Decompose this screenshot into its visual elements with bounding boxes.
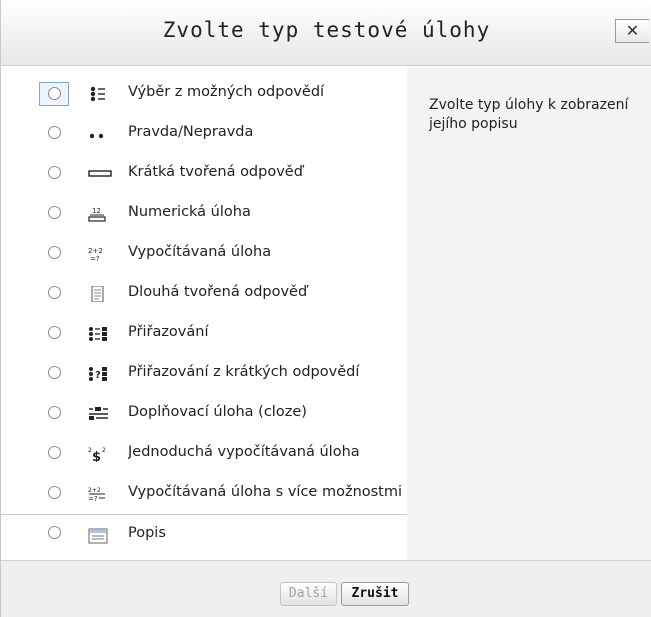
svg-text:2+2: 2+2 [88,247,103,255]
radio-wrap [39,322,69,346]
radio-button[interactable] [48,486,61,499]
radio-button[interactable] [48,406,61,419]
option-numerical[interactable]: 12 Numerická úloha [1,193,407,233]
option-multichoice[interactable]: Výběr z možných odpovědí [1,73,407,113]
svg-text:=?: =? [88,495,98,502]
option-shortanswer[interactable]: Krátká tvořená odpověď [1,153,407,193]
dialog-title: Zvolte typ testové úlohy [162,18,491,42]
radio-wrap [39,122,69,146]
option-label: Výběr z možných odpovědí [128,84,325,100]
calculatedmulti-icon: 2+2 =? [88,487,105,502]
radio-wrap [39,202,69,226]
options-separator [1,514,407,515]
close-button[interactable]: ✕ [615,19,649,43]
svg-text:12: 12 [92,207,101,215]
description-text: Zvolte typ úlohy k zobrazení jejího popi… [429,97,629,132]
radio-wrap [39,162,69,186]
option-label: Přiřazování [128,324,209,340]
radio-wrap [39,242,69,266]
numerical-icon: 12 [88,207,106,222]
svg-text:?: ? [95,370,101,381]
next-button[interactable]: Další [280,582,337,606]
option-label: Krátká tvořená odpověď [128,164,303,180]
option-matching[interactable]: Přiřazování [1,313,407,353]
option-label: Vypočítávaná úloha s více možnostmi [128,484,403,500]
description-icon [88,528,108,544]
essay-icon [91,286,104,302]
radio-focus-ring [39,82,69,106]
radio-wrap [39,362,69,386]
radio-button[interactable] [48,366,61,379]
randomsamatch-icon: ? [89,367,107,381]
radio-button[interactable] [48,166,61,179]
svg-text:2: 2 [102,447,106,454]
option-label: Pravda/Nepravda [128,124,254,140]
svg-text:2+2: 2+2 [88,487,101,494]
radio-wrap [39,282,69,306]
option-label: Popis [128,525,166,541]
option-calculated[interactable]: 2+2 =? Vypočítávaná úloha [1,233,407,273]
radio-button[interactable] [48,326,61,339]
radio-button[interactable] [48,126,61,139]
radio-wrap [39,482,69,506]
radio-button[interactable] [48,246,61,259]
option-label: Dlouhá tvořená odpověď [128,284,308,300]
close-icon: ✕ [625,21,640,40]
option-label: Vypočítávaná úloha [128,244,272,260]
option-calculatedmulti[interactable]: 2+2 =? Vypočítávaná úloha s více možnost… [1,473,407,513]
svg-text:=?: =? [90,255,100,262]
calculated-icon: 2+2 =? [88,247,103,262]
cloze-icon [89,407,108,420]
option-label: Doplňovací úloha (cloze) [128,404,307,420]
radio-wrap [39,522,69,546]
calculatedsimple-icon: 2 2 $ [88,447,106,462]
option-calculatedsimple[interactable]: 2 2 $ Jednoduchá vypočítávaná úloha [1,433,407,473]
radio-button[interactable] [48,286,61,299]
radio-button[interactable] [48,526,61,539]
multichoice-icon [90,86,105,102]
option-cloze[interactable]: Doplňovací úloha (cloze) [1,393,407,433]
option-randomsamatch[interactable]: ? Přiřazování z krátkých odpovědí [1,353,407,393]
option-label: Přiřazování z krátkých odpovědí [128,364,360,380]
svg-text:$: $ [92,450,101,462]
option-truefalse[interactable]: Pravda/Nepravda [1,113,407,153]
options-panel: Výběr z možných odpovědí Pravda/Nepravda… [1,67,407,560]
description-panel: Zvolte typ úlohy k zobrazení jejího popi… [407,67,651,560]
question-type-dialog: Zvolte typ testové úlohy ✕ Výběr z možný… [0,0,651,617]
option-description[interactable]: Popis [1,517,407,557]
radio-button[interactable] [48,87,61,100]
option-label: Numerická úloha [128,204,251,220]
radio-wrap [39,402,69,426]
radio-button[interactable] [48,206,61,219]
shortanswer-icon [88,170,112,177]
radio-wrap [39,442,69,466]
cancel-button[interactable]: Zrušit [341,582,409,606]
matching-icon [89,327,107,341]
truefalse-icon [89,133,104,139]
option-essay[interactable]: Dlouhá tvořená odpověď [1,273,407,313]
dialog-header: Zvolte typ testové úlohy ✕ [1,0,651,66]
radio-button[interactable] [48,446,61,459]
option-label: Jednoduchá vypočítávaná úloha [128,444,360,460]
dialog-footer: Další Zrušit [1,560,651,617]
